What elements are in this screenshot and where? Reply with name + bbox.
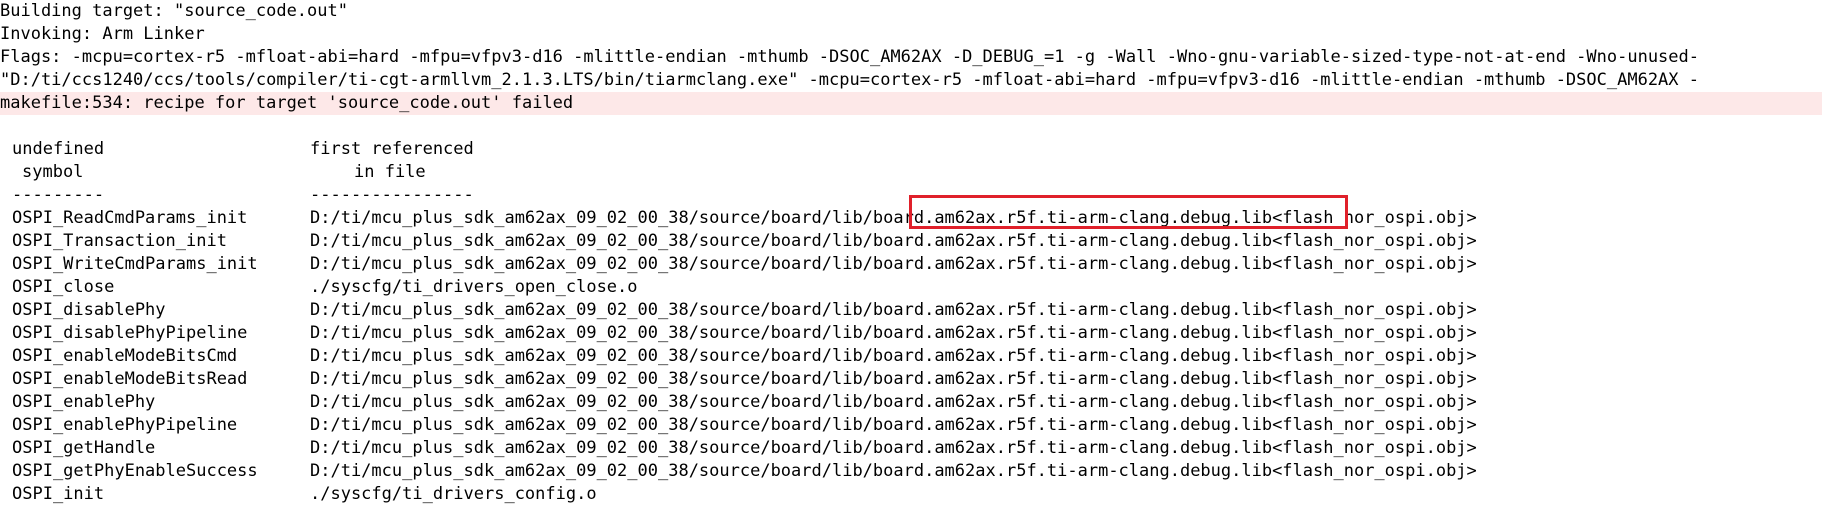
console-line-error: makefile:534: recipe for target 'source_… [0,92,1822,115]
highlight-annotation-box [909,195,1348,229]
table-row-symbol: OSPI_Transaction_init [12,231,227,251]
table-row-file: D:/ti/mcu_plus_sdk_am62ax_09_02_00_38/so… [310,346,1477,366]
header-symbol-separator: --------- [12,185,105,205]
table-row-symbol: OSPI_getHandle [12,438,156,458]
table-row-symbol: OSPI_enablePhyPipeline [12,415,238,435]
console-output: Building target: "source_code.out" Invok… [0,0,1822,505]
table-row-symbol: OSPI_enablePhy [12,392,156,412]
table-row-file: D:/ti/mcu_plus_sdk_am62ax_09_02_00_38/so… [310,415,1477,435]
table-row-file: D:/ti/mcu_plus_sdk_am62ax_09_02_00_38/so… [310,231,1477,251]
header-in-file: in file [354,162,426,182]
console-line-command: "D:/ti/ccs1240/ccs/tools/compiler/ti-cgt… [0,70,1699,90]
table-row-symbol: OSPI_enableModeBitsCmd [12,346,238,366]
header-symbol: symbol [22,162,84,182]
table-row-file: D:/ti/mcu_plus_sdk_am62ax_09_02_00_38/so… [310,461,1477,481]
console-line-invoking: Invoking: Arm Linker [0,24,205,44]
table-row-file: D:/ti/mcu_plus_sdk_am62ax_09_02_00_38/so… [310,300,1477,320]
console-line-flags: Flags: -mcpu=cortex-r5 -mfloat-abi=hard … [0,47,1699,67]
table-row-file: ./syscfg/ti_drivers_open_close.o [310,277,638,297]
table-row-file: D:/ti/mcu_plus_sdk_am62ax_09_02_00_38/so… [310,392,1477,412]
table-row-symbol: OSPI_disablePhyPipeline [12,323,248,343]
table-row-symbol: OSPI_ReadCmdParams_init [12,208,248,228]
table-row-file: D:/ti/mcu_plus_sdk_am62ax_09_02_00_38/so… [310,254,1477,274]
header-file-separator: ---------------- [310,185,474,205]
table-row-symbol: OSPI_getPhyEnableSuccess [12,461,258,481]
header-undefined: undefined [12,139,105,159]
table-row-file: D:/ti/mcu_plus_sdk_am62ax_09_02_00_38/so… [310,369,1477,389]
header-first-referenced: first referenced [310,139,474,159]
table-row-file: D:/ti/mcu_plus_sdk_am62ax_09_02_00_38/so… [310,323,1477,343]
table-row-file: ./syscfg/ti_drivers_config.o [310,484,597,504]
table-row-file: D:/ti/mcu_plus_sdk_am62ax_09_02_00_38/so… [310,438,1477,458]
console-line-build-target: Building target: "source_code.out" [0,1,348,21]
table-row-symbol: OSPI_enableModeBitsRead [12,369,248,389]
table-row-symbol: OSPI_init [12,484,105,504]
table-row-symbol: OSPI_disablePhy [12,300,166,320]
table-row-symbol: OSPI_WriteCmdParams_init [12,254,258,274]
table-row-symbol: OSPI_close [12,277,115,297]
